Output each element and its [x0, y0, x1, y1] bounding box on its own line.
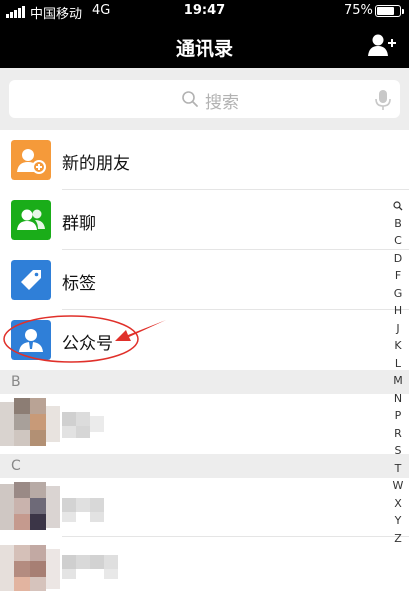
contact-row-blurred[interactable]	[0, 478, 409, 536]
index-letter-n[interactable]: N	[388, 390, 408, 408]
index-letter-w[interactable]: W	[388, 477, 408, 495]
section-header-c: C	[0, 454, 409, 478]
battery-icon	[375, 5, 404, 17]
contact-row-blurred[interactable]	[0, 394, 409, 454]
index-letter-x[interactable]: X	[388, 495, 408, 513]
index-letter-d[interactable]: D	[388, 250, 408, 268]
index-letter-g[interactable]: G	[388, 285, 408, 303]
search-input[interactable]: 搜索	[9, 80, 400, 118]
top-bar: 中国移动 4G 19:47 75% 通讯录	[0, 0, 409, 68]
index-letter-k[interactable]: K	[388, 337, 408, 355]
battery-percent: 75%	[344, 3, 373, 18]
status-bar: 中国移动 4G 19:47 75%	[0, 0, 409, 22]
index-letter-p[interactable]: P	[388, 407, 408, 425]
microphone-icon[interactable]	[375, 89, 391, 111]
search-placeholder: 搜索	[205, 93, 239, 113]
official-account-icon	[11, 320, 51, 360]
add-contact-icon[interactable]	[367, 33, 397, 57]
menu-item-group-chat[interactable]: 群聊	[0, 190, 409, 250]
menu-item-label: 公众号	[62, 334, 113, 354]
index-letter-y[interactable]: Y	[388, 512, 408, 530]
page-title: 通讯录	[175, 38, 233, 60]
new-friends-icon	[11, 140, 51, 180]
group-chat-icon	[11, 200, 51, 240]
index-letter-c[interactable]: C	[388, 232, 408, 250]
index-letter-j[interactable]: J	[388, 320, 408, 338]
index-letter-f[interactable]: F	[388, 267, 408, 285]
tag-icon	[11, 260, 51, 300]
menu-item-label: 标签	[62, 274, 96, 294]
contact-row-blurred[interactable]	[0, 537, 409, 600]
index-letter-s[interactable]: S	[388, 442, 408, 460]
search-icon	[182, 91, 198, 107]
index-search-icon[interactable]	[388, 197, 408, 215]
menu-item-tags[interactable]: 标签	[0, 250, 409, 310]
contacts-list: 新的朋友 群聊 标签 公众号 B C	[0, 130, 409, 600]
index-letter-z[interactable]: Z	[388, 530, 408, 548]
index-letter-r[interactable]: R	[388, 425, 408, 443]
index-letter-b[interactable]: B	[388, 215, 408, 233]
index-letter-m[interactable]: M	[388, 372, 408, 390]
menu-item-label: 群聊	[62, 214, 96, 234]
menu-item-label: 新的朋友	[62, 154, 130, 174]
menu-item-new-friends[interactable]: 新的朋友	[0, 130, 409, 190]
index-letter-t[interactable]: T	[388, 460, 408, 478]
section-header-b: B	[0, 370, 409, 394]
index-letter-l[interactable]: L	[388, 355, 408, 373]
alphabet-index[interactable]: BCDFGHJKLMNPRSTWXYZ	[388, 197, 408, 547]
search-bar: 搜索	[0, 68, 409, 130]
index-letter-h[interactable]: H	[388, 302, 408, 320]
menu-item-official-accounts[interactable]: 公众号	[0, 310, 409, 370]
